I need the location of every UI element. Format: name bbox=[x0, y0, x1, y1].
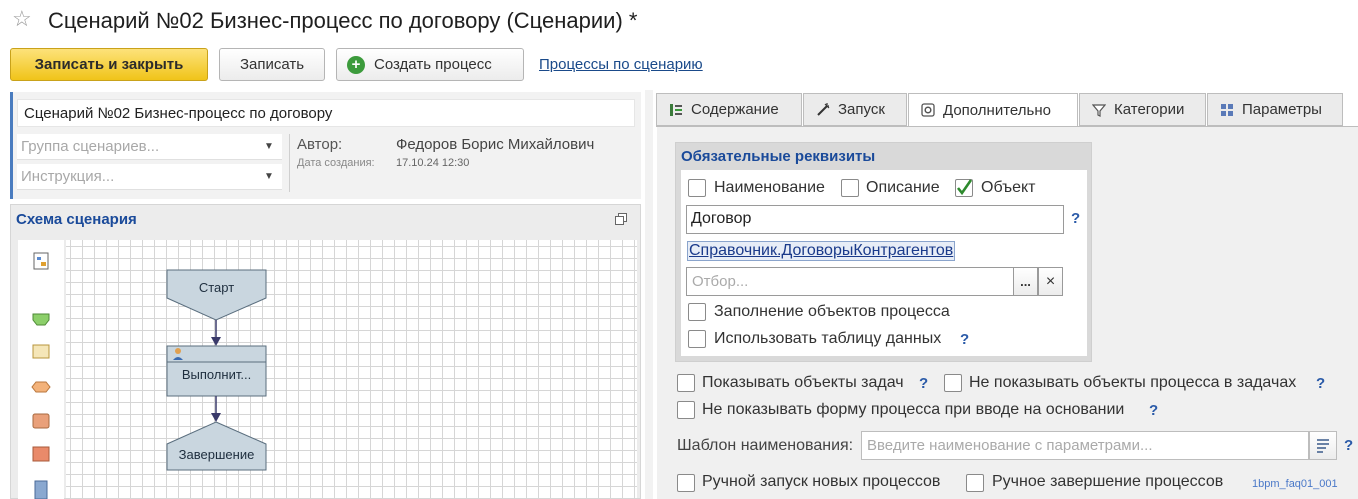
manual-finish-label: Ручное завершение процессов bbox=[992, 473, 1224, 490]
description-checkbox[interactable] bbox=[841, 179, 859, 197]
title-bar: ☆ Сценарий №02 Бизнес-процесс по договор… bbox=[0, 0, 1358, 42]
object-field[interactable]: Договор bbox=[686, 205, 1064, 234]
hide-process-objects-checkbox[interactable] bbox=[944, 374, 962, 392]
task-node-label: Выполнит... bbox=[181, 367, 252, 382]
instruction-select[interactable]: Инструкция... ▼ bbox=[17, 164, 282, 190]
tab-parameters[interactable]: Параметры bbox=[1207, 93, 1343, 126]
schema-title-text: Схема сценария bbox=[16, 211, 137, 228]
parameters-icon bbox=[1221, 103, 1233, 116]
hide-form-on-basis-label: Не показывать форму процесса при вводе н… bbox=[702, 401, 1125, 418]
start-node-label: Старт bbox=[198, 280, 235, 295]
scenario-name-field[interactable]: Сценарий №02 Бизнес-процесс по договору bbox=[17, 99, 635, 127]
tab-launch[interactable]: Запуск bbox=[803, 93, 907, 126]
name-template-editor-button[interactable] bbox=[1309, 431, 1337, 460]
fill-process-objects-checkbox[interactable] bbox=[688, 303, 706, 321]
processes-by-scenario-link[interactable]: Процессы по сценарию bbox=[539, 56, 703, 73]
watermark-text: 1bpm_faq01_001 bbox=[1252, 478, 1338, 490]
object-type-link[interactable]: Справочник.ДоговорыКонтрагентов bbox=[687, 241, 956, 261]
filter-icon bbox=[1092, 103, 1106, 117]
name-template-field[interactable]: Введите наименование с параметрами... bbox=[861, 431, 1309, 460]
filter-clear-button[interactable]: × bbox=[1038, 267, 1063, 296]
save-and-close-button[interactable]: Записать и закрыть bbox=[10, 48, 208, 81]
tab-content[interactable]: Содержание bbox=[656, 93, 802, 126]
author-value: Федоров Борис Михайлович bbox=[396, 136, 595, 153]
content-icon bbox=[670, 103, 682, 116]
filter-select-button[interactable]: ... bbox=[1013, 267, 1038, 296]
created-date-label: Дата создания: bbox=[297, 157, 375, 169]
name-checkbox-label: Наименование bbox=[714, 179, 825, 196]
manual-start-label: Ручной запуск новых процессов bbox=[702, 473, 941, 490]
launch-icon bbox=[817, 102, 830, 116]
name-template-label: Шаблон наименования: bbox=[677, 437, 854, 454]
help-icon[interactable]: ? bbox=[1149, 402, 1158, 419]
manual-start-checkbox[interactable] bbox=[677, 474, 695, 492]
help-icon[interactable]: ? bbox=[1071, 210, 1080, 227]
tab-categories[interactable]: Категории bbox=[1079, 93, 1206, 126]
hide-process-objects-label: Не показывать объекты процесса в задачах bbox=[969, 374, 1297, 391]
help-icon[interactable]: ? bbox=[1316, 375, 1325, 392]
gear-icon bbox=[921, 103, 935, 117]
tab-additional[interactable]: Дополнительно bbox=[908, 93, 1078, 127]
required-attributes-body bbox=[681, 170, 1087, 356]
tab-label: Параметры bbox=[1242, 101, 1322, 118]
description-checkbox-label: Описание bbox=[866, 179, 940, 196]
manual-finish-checkbox[interactable] bbox=[966, 474, 984, 492]
tab-label: Запуск bbox=[838, 101, 885, 118]
name-checkbox[interactable] bbox=[688, 179, 706, 197]
created-date-value: 17.10.24 12:30 bbox=[396, 157, 470, 169]
hide-form-on-basis-checkbox[interactable] bbox=[677, 401, 695, 419]
help-icon[interactable]: ? bbox=[960, 331, 969, 348]
object-checkbox[interactable] bbox=[955, 179, 973, 197]
required-attributes-title: Обязательные реквизиты bbox=[681, 148, 875, 165]
tab-label: Дополнительно bbox=[943, 101, 1051, 119]
object-checkbox-label: Объект bbox=[981, 179, 1036, 196]
filter-field[interactable]: Отбор... bbox=[686, 267, 1014, 296]
use-data-table-checkbox[interactable] bbox=[688, 330, 706, 348]
create-process-label: Создать процесс bbox=[374, 56, 492, 73]
divider bbox=[289, 134, 290, 192]
scenario-group-placeholder: Группа сценариев... bbox=[21, 138, 160, 155]
diagram-canvas[interactable] bbox=[66, 240, 637, 499]
expand-window-icon[interactable] bbox=[615, 213, 627, 225]
help-icon[interactable]: ? bbox=[919, 375, 928, 392]
scenario-group-select[interactable]: Группа сценариев... ▼ bbox=[17, 134, 282, 160]
schema-panel-title: Схема сценария bbox=[16, 211, 137, 228]
dropdown-arrow-icon[interactable]: ▼ bbox=[256, 134, 282, 160]
plus-circle-icon: + bbox=[347, 55, 365, 74]
checkmark-icon bbox=[956, 179, 973, 196]
required-title-text: Обязательные реквизиты bbox=[681, 148, 876, 165]
shape-palette bbox=[18, 240, 64, 499]
show-task-objects-checkbox[interactable] bbox=[677, 374, 695, 392]
dropdown-arrow-icon[interactable]: ▼ bbox=[256, 164, 282, 190]
instruction-placeholder: Инструкция... bbox=[21, 168, 115, 185]
show-task-objects-label: Показывать объекты задач bbox=[702, 374, 904, 391]
tab-label: Категории bbox=[1114, 101, 1185, 118]
window-title: Сценарий №02 Бизнес-процесс по договору … bbox=[48, 8, 638, 33]
end-node-label: Завершение bbox=[178, 447, 255, 462]
favorite-star-icon[interactable]: ☆ bbox=[12, 8, 32, 30]
author-label: Автор: bbox=[297, 136, 343, 153]
create-process-button[interactable]: + Создать процесс bbox=[336, 48, 524, 81]
fill-process-objects-label: Заполнение объектов процесса bbox=[714, 303, 950, 320]
text-lines-icon bbox=[1317, 439, 1329, 453]
help-icon[interactable]: ? bbox=[1344, 437, 1353, 454]
tab-label: Содержание bbox=[691, 101, 779, 118]
panel-splitter[interactable] bbox=[645, 90, 653, 499]
use-data-table-label: Использовать таблицу данных bbox=[714, 330, 942, 347]
save-button[interactable]: Записать bbox=[219, 48, 325, 81]
